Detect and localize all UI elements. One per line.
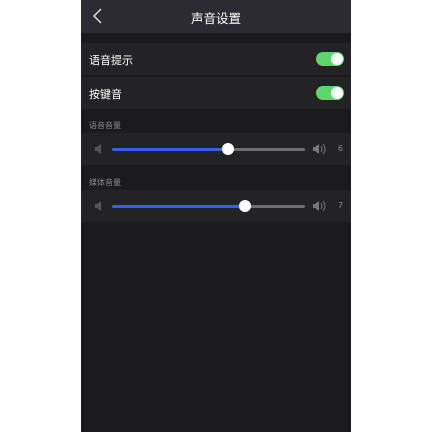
volume-low-icon <box>95 201 101 211</box>
volume-high-icon <box>313 143 326 155</box>
voice-prompt-toggle[interactable] <box>316 52 344 66</box>
volume-value: 7 <box>337 201 343 210</box>
slider-thumb[interactable] <box>239 200 252 212</box>
media-volume-slider[interactable] <box>112 200 305 212</box>
section-label: 语音音量 <box>89 121 121 130</box>
toggle-row-voice-prompt: 语音提示 <box>81 43 351 75</box>
volume-high-icon <box>313 200 326 212</box>
slider-thumb[interactable] <box>221 143 234 155</box>
key-sound-toggle[interactable] <box>316 86 344 100</box>
voice-volume-row: 6 <box>81 133 351 165</box>
volume-low-icon <box>95 144 101 154</box>
section-label: 媒体音量 <box>89 178 121 187</box>
toggle-row-key-sound: 按键音 <box>81 77 351 109</box>
toggle-label: 语音提示 <box>89 54 133 67</box>
header: 声音设置 <box>81 0 351 33</box>
voice-volume-slider[interactable] <box>112 143 305 155</box>
page-title: 声音设置 <box>190 11 241 26</box>
media-volume-row: 7 <box>81 190 351 222</box>
toggle-label: 按键音 <box>89 88 122 101</box>
volume-value: 6 <box>337 144 343 153</box>
phone-screen: 声音设置 语音提示 按键音 语音音量 6 媒体音量 7 <box>81 0 351 432</box>
